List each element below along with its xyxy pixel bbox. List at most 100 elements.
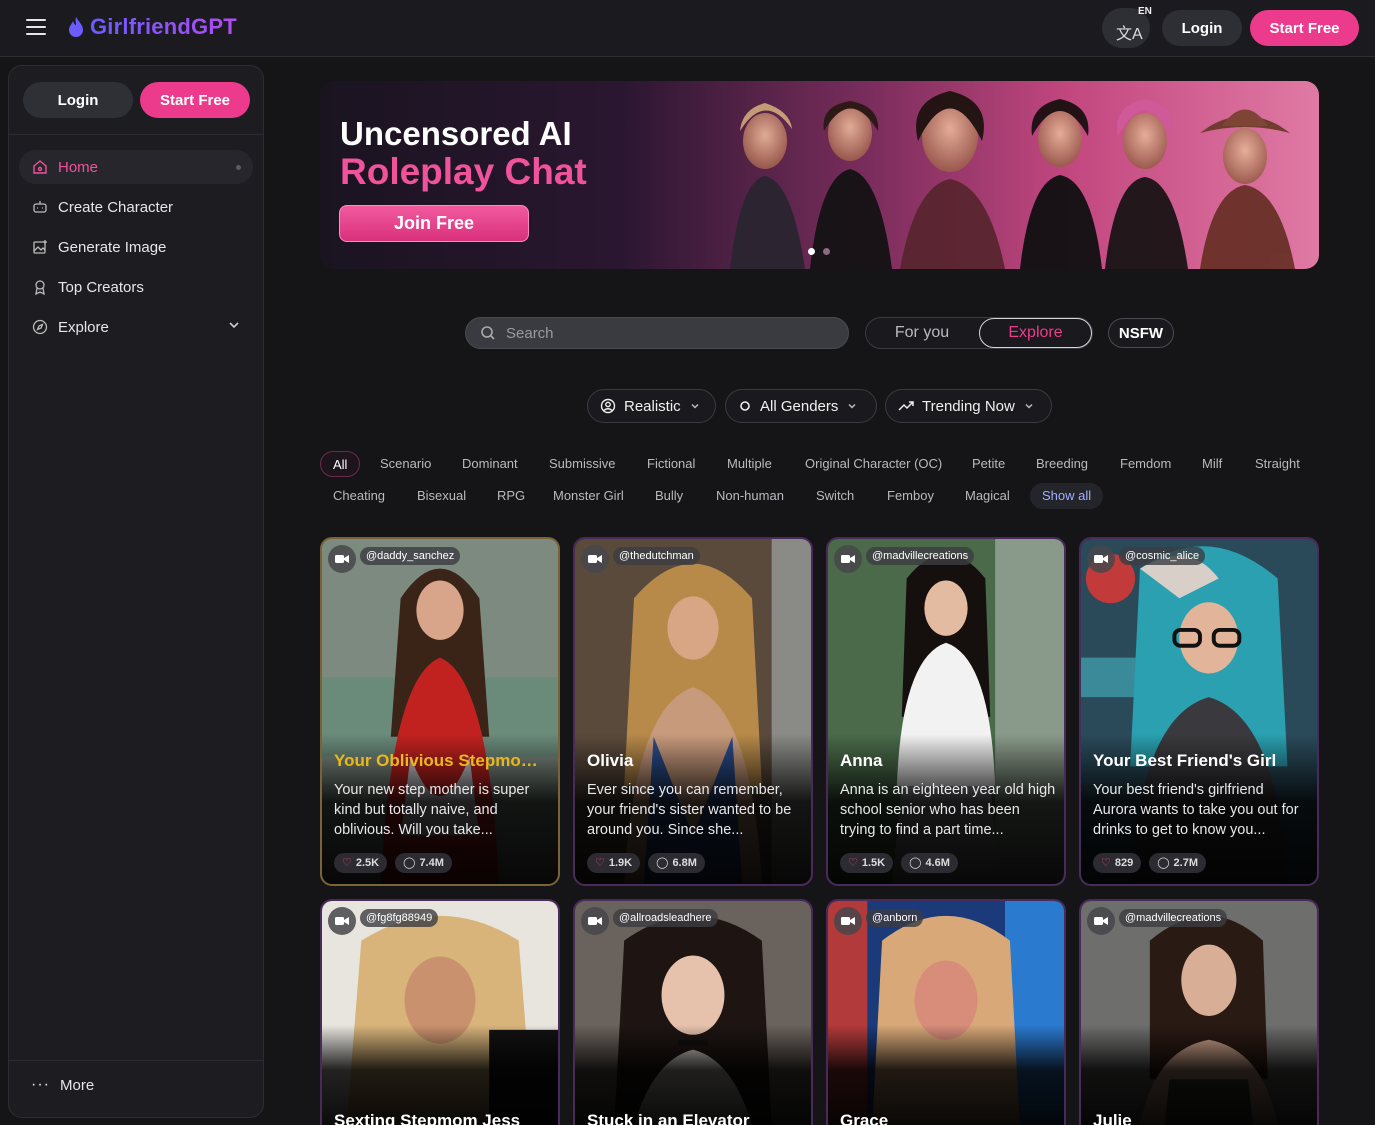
tag-switch[interactable]: Switch [816,483,854,509]
card-title: Your Best Friend's Girl [1093,751,1277,770]
creator-handle[interactable]: @madvillecreations [1119,909,1228,927]
creator-handle[interactable]: @daddy_sanchez [360,547,461,565]
character-card[interactable]: @madvillecreations Julie [1079,899,1319,1125]
tag-monster-girl[interactable]: Monster Girl [553,483,624,509]
carousel-dots [808,248,830,255]
chat-bubble-icon: ◯ [656,857,669,869]
chat-bubble-icon: ◯ [403,857,416,869]
chevron-down-icon [691,403,699,409]
creator-handle[interactable]: @allroadsleadhere [613,909,718,927]
likes-count: ♡ 2.5K [334,853,388,873]
carousel-dot-active[interactable] [808,248,815,255]
show-all-tags-button[interactable]: Show all [1030,483,1104,509]
nsfw-toggle[interactable]: NSFW [1108,318,1174,348]
card-stats: ♡ 1.5K ◯ 4.6M [840,853,958,873]
more-label: More [59,1076,95,1094]
chevron-down-icon[interactable] [227,318,241,336]
tag-femboy[interactable]: Femboy [887,483,934,509]
chats-value: 4.6M [925,857,950,869]
character-card[interactable]: @anborn Grace [826,899,1066,1125]
video-icon [1087,907,1115,935]
more-button[interactable]: ··· More [31,1076,94,1094]
card-title: Olivia [587,751,634,770]
sidebar-start-free-button[interactable]: Start Free [140,82,250,118]
likes-value: 2.5K [355,857,380,869]
creator-handle[interactable]: @thedutchman [613,547,700,565]
tag-original-character[interactable]: Original Character (OC) [805,451,942,477]
card-description: Your best friend's girlfriend Aurora wan… [1093,782,1299,838]
tag-all[interactable]: All [320,451,361,477]
chats-value: 6.8M [672,857,697,869]
character-card[interactable]: @thedutchman Olivia Ever since you can r… [573,537,813,886]
tag-scenario[interactable]: Scenario [380,451,431,477]
video-icon [581,907,609,935]
card-gradient [575,1025,811,1125]
tag-petite[interactable]: Petite [972,451,1005,477]
join-free-button[interactable]: Join Free [339,205,529,242]
creator-handle[interactable]: @fg8fg88949 [360,909,439,927]
chats-count: ◯ 4.6M [901,853,958,873]
sidebar-nav: Home Create Character Generate Image Top… [19,150,253,350]
character-card[interactable]: @daddy_sanchez Your Oblivious Stepmom ..… [320,537,560,886]
menu-icon[interactable] [26,19,46,35]
sidebar-item-generate-image[interactable]: Generate Image [19,230,253,264]
login-button[interactable]: Login [1162,10,1242,46]
character-card[interactable]: @fg8fg88949 Sexting Stepmom Jess [320,899,560,1125]
tag-straight[interactable]: Straight [1255,451,1300,477]
top-bar: GirlfriendGPT 文A EN Login Start Free [0,0,1375,57]
chats-value: 2.7M [1173,857,1199,869]
translate-icon: 文A [1116,26,1143,43]
tag-dominant[interactable]: Dominant [462,451,518,477]
tag-milf[interactable]: Milf [1202,451,1222,477]
tab-for-you[interactable]: For you [866,318,978,348]
hero-banner[interactable]: Uncensored AI Roleplay Chat Join Free [320,81,1319,269]
language-button[interactable]: 文A EN [1102,6,1152,48]
creator-handle[interactable]: @cosmic_alice [1119,547,1206,565]
sort-dropdown[interactable]: Trending Now [885,389,1052,423]
card-description: Ever since you can remember, your friend… [587,782,792,838]
ellipsis-icon: ··· [31,1076,50,1093]
chevron-down-icon [1025,403,1033,409]
card-title: Sexting Stepmom Jess [334,1111,521,1125]
tag-magical[interactable]: Magical [965,483,1010,509]
tag-bisexual[interactable]: Bisexual [417,483,466,509]
creator-handle[interactable]: @madvillecreations [866,547,975,565]
sidebar-login-button[interactable]: Login [23,82,133,118]
sidebar-item-home[interactable]: Home [19,150,253,184]
tag-bully[interactable]: Bully [655,483,683,509]
card-title: Grace [840,1111,889,1125]
tag-fictional[interactable]: Fictional [647,451,695,477]
chevron-down-icon [848,403,856,409]
sidebar-item-top-creators[interactable]: Top Creators [19,270,253,304]
heart-icon: ♡ [1101,857,1111,869]
chats-count: ◯ 6.8M [648,853,705,873]
compass-icon [31,318,49,336]
search-input[interactable] [506,324,826,342]
tag-cheating[interactable]: Cheating [333,483,385,509]
character-card[interactable]: @madvillecreations Anna Anna is an eight… [826,537,1066,886]
active-dot [236,165,241,170]
character-card[interactable]: @cosmic_alice Your Best Friend's Girl Yo… [1079,537,1319,886]
tag-submissive[interactable]: Submissive [549,451,615,477]
sidebar-item-explore[interactable]: Explore [19,310,253,344]
tab-explore[interactable]: Explore [979,318,1092,348]
sidebar-item-create-character[interactable]: Create Character [19,190,253,224]
tag-femdom[interactable]: Femdom [1120,451,1171,477]
card-stats: ♡ 2.5K ◯ 7.4M [334,853,452,873]
tag-multiple[interactable]: Multiple [727,451,772,477]
tag-rpg[interactable]: RPG [497,483,525,509]
tag-non-human[interactable]: Non-human [716,483,784,509]
heart-icon: ♡ [595,857,605,869]
creator-handle[interactable]: @anborn [866,909,924,927]
tag-breeding[interactable]: Breeding [1036,451,1088,477]
logo[interactable]: GirlfriendGPT [66,14,237,40]
likes-count: ♡ 829 [1093,853,1142,873]
start-free-button[interactable]: Start Free [1250,10,1359,46]
home-icon [31,158,49,176]
gender-dropdown[interactable]: All Genders [725,389,877,423]
carousel-dot[interactable] [823,248,830,255]
card-stats: ♡ 1.9K ◯ 6.8M [587,853,705,873]
character-card[interactable]: @allroadsleadhere Stuck in an Elevator [573,899,813,1125]
user-circle-icon [600,398,616,414]
style-dropdown[interactable]: Realistic [587,389,716,423]
